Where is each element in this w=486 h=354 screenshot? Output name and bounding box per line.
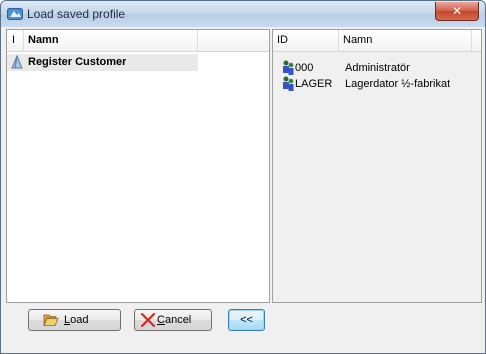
profile-row[interactable]: Register Customer [7,54,198,71]
users-grid[interactable]: ID Namn 000 Administratör LAGER Lagerdat… [272,29,482,303]
profile-icon [11,55,23,69]
user-icon [283,60,294,75]
title-bar[interactable]: Load saved profile ✕ [1,1,485,27]
window-title: Load saved profile [27,7,126,21]
profile-name: Register Customer [28,56,127,68]
cancel-button[interactable]: Cancel [134,309,212,331]
user-icon [283,76,294,91]
user-id: 000 [295,62,314,74]
cancel-button-mnemonic: C [157,314,165,326]
transfer-left-button[interactable]: << [228,309,265,331]
user-name: Lagerdator ½-fabrikat [345,78,451,90]
column-header-filler [472,30,481,51]
transfer-left-label: << [240,314,253,326]
column-header-name[interactable]: Namn [339,30,472,51]
dialog-body: I Namn Register Customer ID Namn 000 Adm… [4,27,482,351]
user-name: Administratör [345,62,410,74]
column-header-id[interactable]: ID [273,30,339,51]
column-header-filler [198,30,269,51]
load-button-label: oad [70,314,89,326]
users-grid-header: ID Namn [273,30,481,52]
dialog-window: Load saved profile ✕ I Namn Register Cus… [0,0,486,354]
cancel-button-label: ancel [164,314,192,326]
close-button[interactable]: ✕ [435,2,479,21]
user-row[interactable]: LAGER Lagerdator ½-fabrikat [273,76,481,93]
red-x-icon [140,313,156,327]
folder-open-icon [43,314,59,326]
load-button[interactable]: Load [28,309,121,331]
column-header-indicator[interactable]: I [7,30,24,51]
profiles-grid[interactable]: I Namn Register Customer [6,29,270,303]
user-id: LAGER [295,78,333,90]
profiles-grid-header: I Namn [7,30,269,52]
close-icon: ✕ [451,4,463,18]
app-icon [7,8,23,20]
column-header-name[interactable]: Namn [24,30,198,51]
user-row[interactable]: 000 Administratör [273,60,481,77]
